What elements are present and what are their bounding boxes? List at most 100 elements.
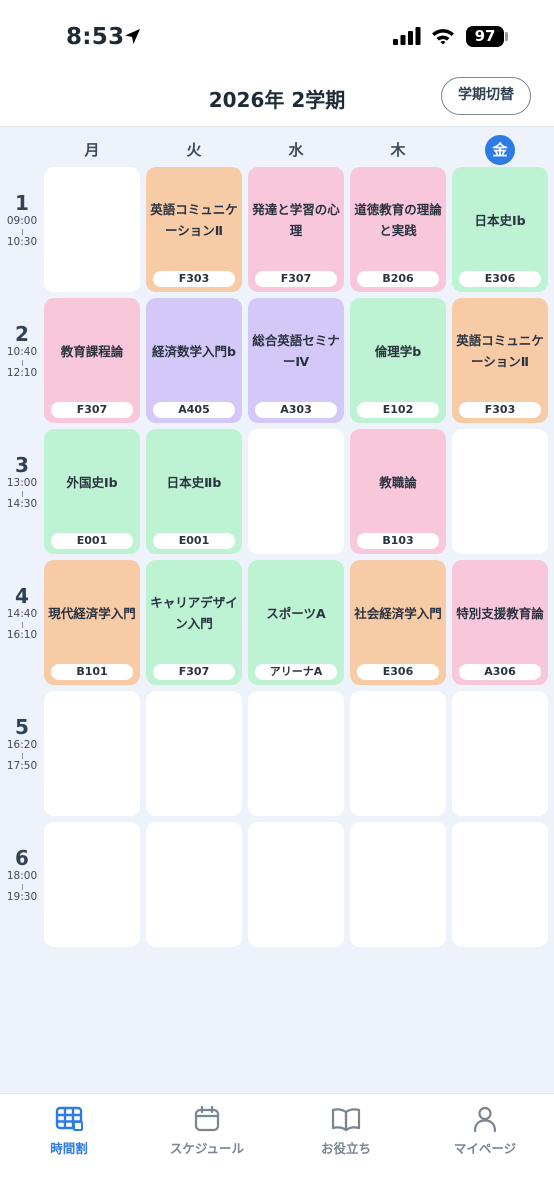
course-card[interactable]: 英語コミュニケーションⅡ F303 [452,298,548,423]
period-label: 6 18:00 19:30 [0,822,44,904]
room-badge: B206 [357,271,439,287]
status-time: 8:53 [66,24,125,50]
course-card[interactable]: キャリアデザイン入門 F307 [146,560,242,685]
day-label: 火 [186,141,202,159]
time-separator [21,491,23,497]
day-header: 月 [43,135,141,165]
course-card[interactable]: 教職論 B103 [350,429,446,554]
period-end-time: 19:30 [6,891,38,903]
course-name: 総合英語セミナーⅣ [252,333,340,369]
period-number: 4 [15,584,29,608]
period-start-time: 10:40 [6,346,38,358]
room-badge: E001 [51,533,133,549]
tab-label: マイページ [453,1141,517,1156]
empty-slot[interactable] [248,822,344,947]
course-card[interactable]: スポーツA アリーナA [248,560,344,685]
course-name: 日本史Ⅰb [474,212,526,228]
course-card[interactable]: 外国史Ⅰb E001 [44,429,140,554]
empty-slot[interactable] [452,822,548,947]
time-separator [21,360,23,366]
day-header: 火 [145,135,243,165]
course-name: 英語コミュニケーションⅡ [150,202,238,238]
room-badge: E306 [357,664,439,680]
room-badge: E306 [459,271,541,287]
course-card[interactable]: 日本史Ⅱb E001 [146,429,242,554]
course-name: 倫理学b [374,343,422,359]
course-card[interactable]: 英語コミュニケーションⅡ F303 [146,167,242,292]
status-bar: 8:53 97 [0,0,554,70]
course-name: スポーツA [266,605,326,621]
course-card[interactable]: 社会経済学入門 E306 [350,560,446,685]
room-badge: E001 [153,533,235,549]
location-arrow-icon [124,28,141,49]
empty-slot[interactable] [350,691,446,816]
course-name: 発達と学習の心理 [252,202,340,238]
room-badge: F307 [255,271,337,287]
course-name: 道徳教育の理論と実践 [354,202,442,238]
course-name: 日本史Ⅱb [166,474,222,490]
tab-useful[interactable]: お役立ち [286,1106,406,1157]
course-name: 特別支援教育論 [456,605,544,621]
period-start-time: 14:40 [6,608,38,620]
room-badge: B101 [51,664,133,680]
period-end-time: 12:10 [6,367,38,379]
course-card[interactable]: 総合英語セミナーⅣ A303 [248,298,344,423]
course-card[interactable]: 倫理学b E102 [350,298,446,423]
empty-slot[interactable] [350,822,446,947]
empty-slot[interactable] [452,691,548,816]
period-number: 6 [15,846,29,870]
tab-mypage[interactable]: マイページ [425,1106,545,1157]
period-end-time: 10:30 [6,236,38,248]
time-separator [21,622,23,628]
empty-slot[interactable] [146,822,242,947]
tab-schedule[interactable]: スケジュール [147,1106,267,1157]
course-card[interactable]: 特別支援教育論 A306 [452,560,548,685]
course-card[interactable]: 教育課程論 F307 [44,298,140,423]
course-name: 外国史Ⅰb [66,474,118,490]
day-label: 水 [288,141,304,159]
empty-slot[interactable] [146,691,242,816]
period-number: 5 [15,715,29,739]
course-name: 社会経済学入門 [354,605,442,621]
battery-indicator: 97 [466,26,504,47]
tab-label: お役立ち [320,1141,371,1156]
empty-slot[interactable] [248,429,344,554]
timetable-icon [9,1106,129,1132]
period-number: 1 [15,191,29,215]
room-badge: A303 [255,402,337,418]
room-badge: B103 [357,533,439,549]
period-label: 4 14:40 16:10 [0,560,44,642]
battery-tip [505,32,508,41]
empty-slot[interactable] [452,429,548,554]
calendar-icon [147,1106,267,1132]
timetable-grid: 月 火 水 木 金 1 09:00 10:30 英語コミュニケーションⅡ F303 発達と学習の心理… [0,127,554,1093]
room-badge: E102 [357,402,439,418]
room-badge: A306 [459,664,541,680]
day-header: 金 [451,135,549,165]
tab-label: 時間割 [50,1141,88,1156]
tab-bar: 時間割 スケジュール お役立ち マイページ [0,1093,554,1201]
empty-slot[interactable] [44,167,140,292]
empty-slot[interactable] [248,691,344,816]
course-card[interactable]: 経済数学入門b A405 [146,298,242,423]
room-badge: A405 [153,402,235,418]
course-card[interactable]: 現代経済学入門 B101 [44,560,140,685]
period-start-time: 09:00 [6,215,38,227]
term-switch-button[interactable]: 学期切替 [441,77,531,115]
course-card[interactable]: 日本史Ⅰb E306 [452,167,548,292]
day-header: 水 [247,135,345,165]
day-label: 木 [390,141,406,159]
period-label: 3 13:00 14:30 [0,429,44,511]
empty-slot[interactable] [44,691,140,816]
empty-slot[interactable] [44,822,140,947]
period-start-time: 13:00 [6,477,38,489]
course-name: 英語コミュニケーションⅡ [456,333,544,369]
course-card[interactable]: 道徳教育の理論と実践 B206 [350,167,446,292]
course-card[interactable]: 発達と学習の心理 F307 [248,167,344,292]
room-badge: F303 [459,402,541,418]
tab-label: スケジュール [169,1141,245,1156]
period-label: 1 09:00 10:30 [0,167,44,249]
course-name: キャリアデザイン入門 [150,595,238,631]
header: 2026年 2学期 学期切替 [0,70,554,127]
tab-timetable[interactable]: 時間割 [9,1106,129,1157]
